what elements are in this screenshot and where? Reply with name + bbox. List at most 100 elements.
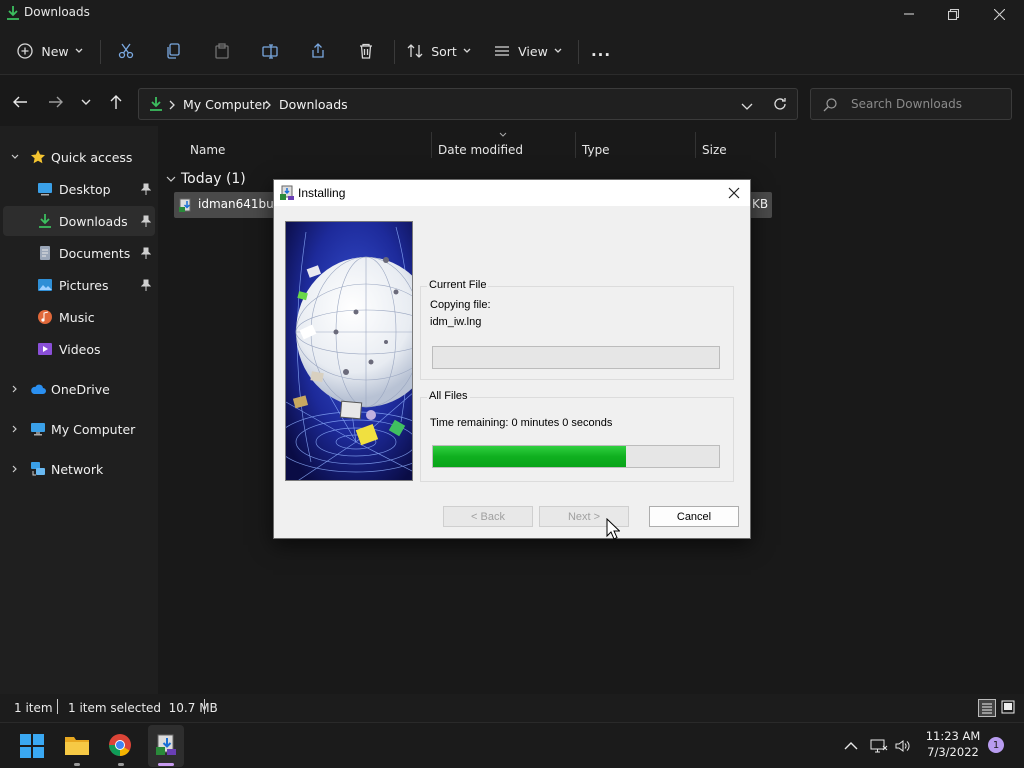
taskbar-chrome[interactable] bbox=[108, 733, 134, 759]
sort-icon bbox=[407, 44, 423, 58]
star-icon bbox=[31, 150, 45, 164]
chevron-right-icon bbox=[265, 99, 271, 113]
nav-my-computer[interactable]: My Computer bbox=[3, 414, 155, 444]
back-button-dialog[interactable]: < Back bbox=[443, 506, 533, 527]
taskbar-installer[interactable] bbox=[148, 725, 184, 767]
chevron-down-icon bbox=[11, 154, 19, 159]
mouse-cursor-icon bbox=[606, 518, 620, 540]
sidebar-item-desktop[interactable]: Desktop bbox=[3, 174, 155, 204]
status-divider bbox=[57, 699, 58, 714]
details-view-button[interactable] bbox=[978, 699, 996, 717]
time-remaining: Time remaining: 0 minutes 0 seconds bbox=[430, 417, 613, 429]
restore-button[interactable] bbox=[930, 0, 976, 28]
navigation-pane: Quick access Desktop Downloads Documents Pi… bbox=[0, 126, 158, 694]
nav-onedrive[interactable]: OneDrive bbox=[3, 374, 155, 404]
pin-icon[interactable] bbox=[141, 279, 151, 291]
sidebar-item-videos[interactable]: Videos bbox=[3, 334, 155, 364]
cut-button[interactable] bbox=[112, 28, 140, 74]
forward-button[interactable] bbox=[48, 94, 66, 112]
back-button[interactable] bbox=[12, 94, 30, 112]
more-options-button[interactable]: ... bbox=[588, 28, 614, 74]
close-button[interactable] bbox=[976, 0, 1022, 28]
minimize-button[interactable] bbox=[886, 0, 932, 28]
search-placeholder: Search Downloads bbox=[851, 97, 962, 111]
sidebar-item-music[interactable]: Music bbox=[3, 302, 155, 332]
plus-icon bbox=[17, 43, 34, 59]
column-header-date-modified[interactable]: Date modified bbox=[438, 136, 523, 164]
thumbnail-view-button[interactable] bbox=[1000, 699, 1018, 717]
chevron-down-icon bbox=[166, 176, 176, 182]
address-row: My Computer Downloads Search Downloads bbox=[0, 84, 1024, 124]
group-header-today[interactable]: Today (1) bbox=[166, 168, 246, 190]
chevron-up-icon bbox=[844, 742, 858, 750]
search-icon bbox=[823, 98, 837, 115]
file-size: KB bbox=[752, 197, 769, 211]
volume-button[interactable] bbox=[892, 735, 914, 757]
selection-info: 1 item selected 10.7 MB bbox=[68, 701, 218, 715]
show-hidden-icons-button[interactable] bbox=[840, 735, 862, 757]
computer-icon bbox=[31, 423, 45, 436]
share-button[interactable] bbox=[304, 28, 332, 74]
clock[interactable]: 11:23 AM 7/3/2022 bbox=[922, 728, 984, 760]
windows-logo-icon bbox=[20, 734, 44, 758]
sidebar-item-label: Downloads bbox=[59, 214, 128, 229]
item-count: 1 item bbox=[14, 701, 53, 715]
nav-quick-access[interactable]: Quick access bbox=[3, 142, 155, 172]
taskbar: 11:23 AM 7/3/2022 1 bbox=[0, 722, 1024, 768]
paste-button[interactable] bbox=[208, 28, 236, 74]
current-file-group-label: Current File bbox=[427, 279, 489, 291]
recent-locations-button[interactable] bbox=[80, 96, 94, 110]
sidebar-item-downloads[interactable]: Downloads bbox=[3, 206, 155, 236]
speaker-icon bbox=[895, 740, 910, 752]
column-header-type[interactable]: Type bbox=[582, 136, 610, 164]
sidebar-item-documents[interactable]: Documents bbox=[3, 238, 155, 268]
search-input[interactable]: Search Downloads bbox=[810, 88, 1012, 120]
view-label: View bbox=[518, 43, 548, 59]
view-icon bbox=[495, 46, 510, 56]
chevron-down-icon bbox=[75, 48, 83, 53]
running-indicator bbox=[74, 763, 80, 766]
delete-button[interactable] bbox=[352, 28, 380, 74]
running-indicator bbox=[118, 763, 124, 766]
pin-icon[interactable] bbox=[141, 247, 151, 259]
address-dropdown-icon[interactable] bbox=[741, 100, 753, 114]
installer-icon bbox=[280, 185, 294, 200]
network-status-button[interactable] bbox=[868, 735, 890, 757]
dialog-title: Installing bbox=[298, 186, 346, 200]
installer-graphic bbox=[285, 221, 413, 481]
window-title: Downloads bbox=[24, 5, 90, 19]
breadcrumb-downloads[interactable]: Downloads bbox=[279, 97, 348, 112]
nav-network-label: Network bbox=[51, 462, 104, 477]
thumbnail-view-icon bbox=[1001, 700, 1015, 714]
address-bar[interactable]: My Computer Downloads bbox=[138, 88, 798, 120]
dialog-close-button[interactable] bbox=[722, 182, 746, 204]
arrow-up-icon bbox=[110, 95, 122, 109]
scissors-icon bbox=[118, 43, 134, 59]
copying-filename: idm_iw.lng bbox=[430, 316, 482, 328]
desktop-icon bbox=[38, 183, 52, 196]
cancel-button[interactable]: Cancel bbox=[649, 506, 739, 527]
column-header-name[interactable]: Name bbox=[190, 136, 225, 164]
column-header-size[interactable]: Size bbox=[702, 136, 727, 164]
new-button[interactable]: New bbox=[12, 28, 88, 74]
paste-icon bbox=[215, 43, 229, 59]
pin-icon[interactable] bbox=[141, 215, 151, 227]
pin-icon[interactable] bbox=[141, 183, 151, 195]
details-view-icon bbox=[982, 703, 992, 714]
arrow-left-icon bbox=[13, 96, 27, 108]
sort-indicator-icon bbox=[499, 132, 507, 137]
sort-button[interactable]: Sort bbox=[406, 28, 472, 74]
view-button[interactable]: View bbox=[494, 28, 562, 74]
sidebar-item-pictures[interactable]: Pictures bbox=[3, 270, 155, 300]
taskbar-file-explorer[interactable] bbox=[64, 733, 90, 759]
copy-button[interactable] bbox=[160, 28, 188, 74]
notification-badge[interactable]: 1 bbox=[988, 737, 1004, 753]
breadcrumb-my-computer[interactable]: My Computer bbox=[183, 97, 267, 112]
start-button[interactable] bbox=[20, 734, 44, 758]
rename-button[interactable] bbox=[256, 28, 284, 74]
nav-quick-access-label: Quick access bbox=[51, 150, 133, 165]
refresh-icon[interactable] bbox=[773, 97, 787, 114]
network-status-icon bbox=[870, 739, 888, 753]
up-button[interactable] bbox=[108, 94, 126, 112]
nav-network[interactable]: Network bbox=[3, 454, 155, 484]
